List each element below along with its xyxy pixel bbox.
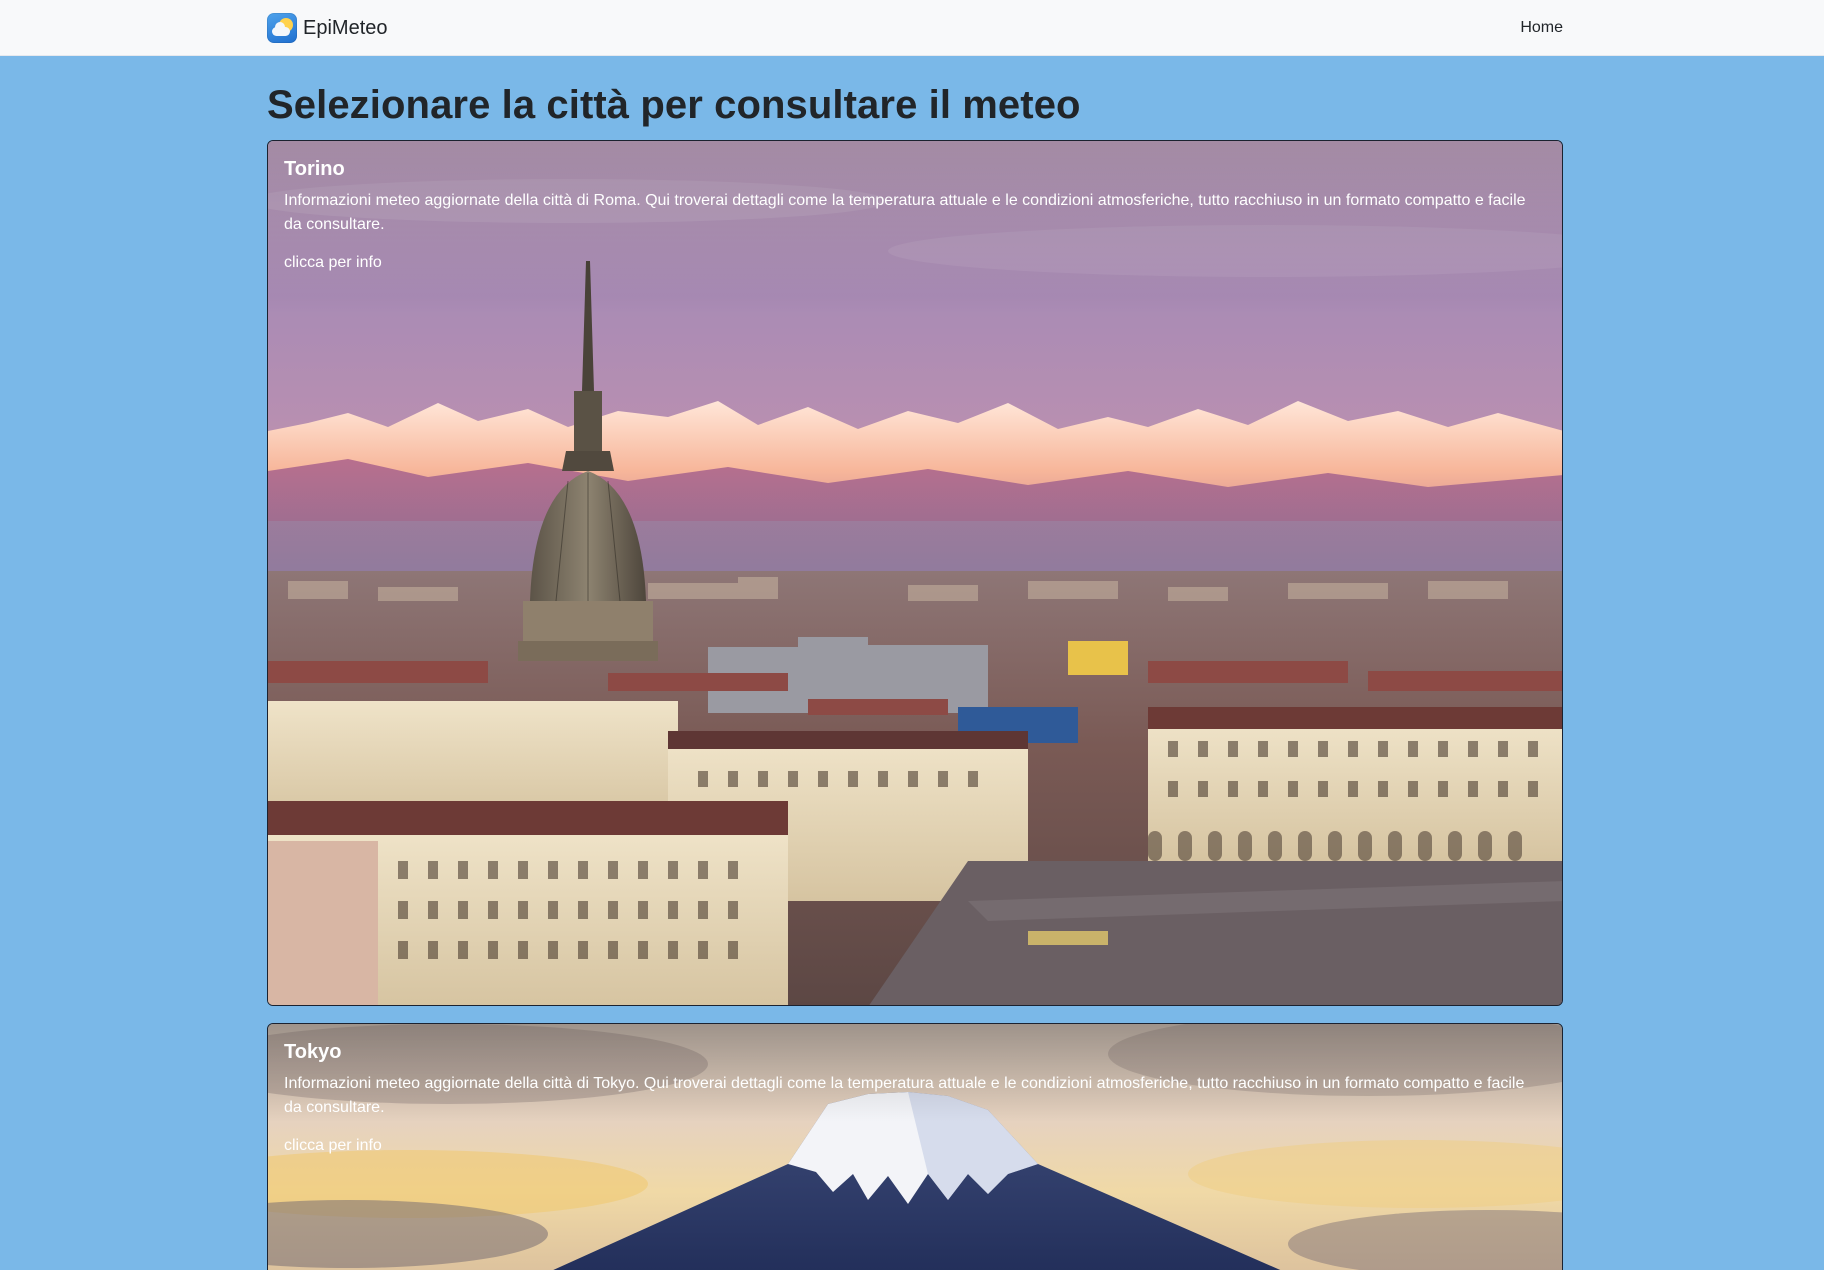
city-card-torino[interactable]: Torino Informazioni meteo aggiornate del… — [267, 140, 1563, 1006]
navbar-inner: EpiMeteo Home — [267, 0, 1563, 56]
card-body-torino: Torino Informazioni meteo aggiornate del… — [284, 157, 1546, 275]
more-info-link-torino[interactable]: clicca per info — [284, 254, 382, 271]
main-container: Selezionare la città per consultare il m… — [267, 56, 1563, 1270]
more-info-link-tokyo[interactable]: clicca per info — [284, 1137, 382, 1154]
card-body-tokyo: Tokyo Informazioni meteo aggiornate dell… — [284, 1040, 1546, 1158]
city-name: Torino — [284, 158, 345, 180]
brand-link[interactable]: EpiMeteo — [267, 13, 388, 43]
nav-link-home[interactable]: Home — [1520, 19, 1563, 37]
city-name: Tokyo — [284, 1041, 342, 1063]
brand-name: EpiMeteo — [303, 16, 388, 39]
navbar: EpiMeteo Home — [0, 0, 1824, 56]
city-description: Informazioni meteo aggiornate della citt… — [284, 1075, 1525, 1116]
city-card-tokyo[interactable]: Tokyo Informazioni meteo aggiornate dell… — [267, 1023, 1563, 1270]
weather-logo-icon — [267, 13, 297, 43]
page-title: Selezionare la città per consultare il m… — [267, 83, 1081, 127]
city-description: Informazioni meteo aggiornate della citt… — [284, 192, 1526, 233]
